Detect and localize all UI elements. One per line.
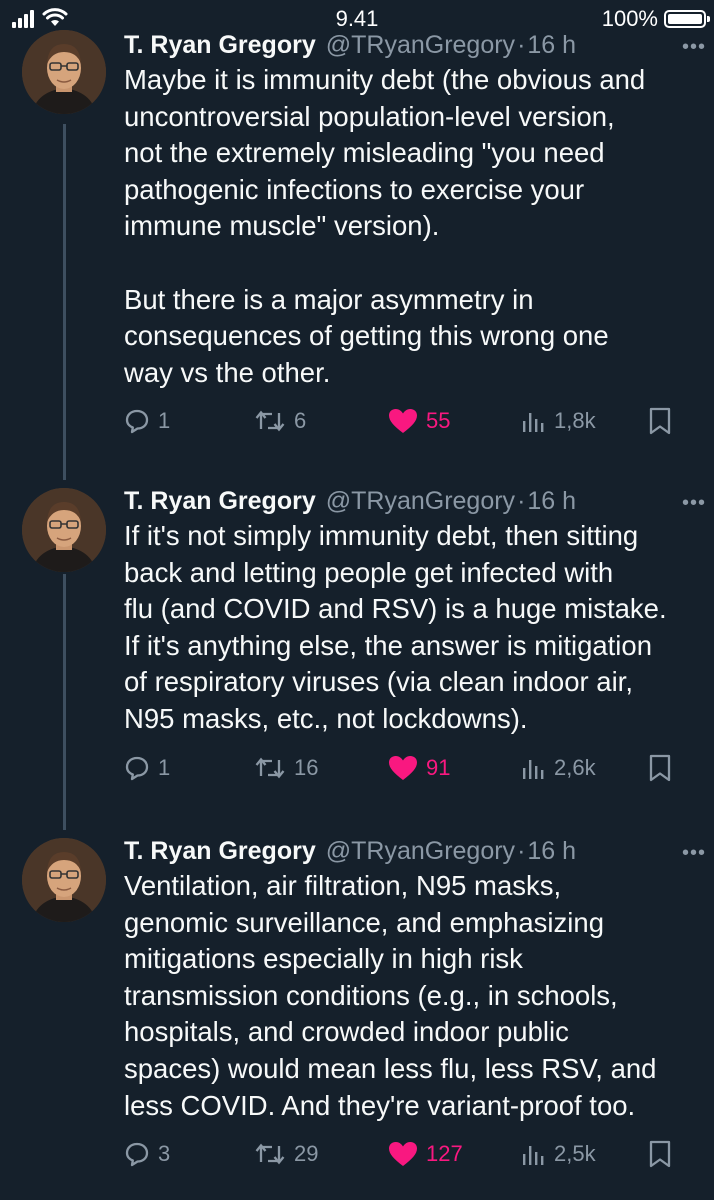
reply-count: 1: [158, 408, 171, 433]
view-count: 2,6k: [554, 755, 596, 780]
author-handle[interactable]: @TRyanGregory: [326, 834, 515, 868]
reply-count: 3: [158, 1141, 171, 1166]
speech-bubble-icon: [125, 1142, 149, 1167]
views-button[interactable]: 2,5k: [520, 1134, 596, 1174]
bookmark-icon: [649, 1140, 671, 1168]
avatar-portrait-image: [22, 488, 106, 572]
tweet-content: T. Ryan Gregory @TRyanGregory · 16 h If …: [124, 484, 678, 738]
tweet-header: T. Ryan Gregory @TRyanGregory · 16 h: [124, 834, 678, 868]
like-button[interactable]: 127: [388, 1134, 463, 1174]
retweet-arrows-icon: [255, 1143, 285, 1165]
heart-icon: [389, 409, 417, 433]
like-count: 55: [426, 408, 451, 433]
tweet[interactable]: T. Ryan Gregory @TRyanGregory · 16 h May…: [0, 28, 714, 448]
more-options-icon[interactable]: •••: [682, 36, 706, 59]
views-button[interactable]: 2,6k: [520, 748, 596, 788]
retweet-count: 16: [294, 755, 319, 780]
view-count: 1,8k: [554, 408, 596, 433]
views-button[interactable]: 1,8k: [520, 401, 596, 441]
separator-dot: ·: [517, 487, 526, 515]
like-count: 91: [426, 755, 451, 780]
tweet-actions: 1 16 91 2,6k: [124, 748, 684, 788]
status-bar: 9.41 100%: [0, 0, 714, 34]
retweet-count: 6: [294, 408, 307, 433]
bookmark-icon: [649, 407, 671, 435]
bookmark-button[interactable]: [648, 401, 672, 441]
tweet-content: T. Ryan Gregory @TRyanGregory · 16 h Ven…: [124, 834, 678, 1124]
avatar[interactable]: [22, 30, 106, 114]
like-count: 127: [426, 1141, 463, 1166]
retweet-arrows-icon: [255, 757, 285, 779]
bookmark-button[interactable]: [648, 1134, 672, 1174]
separator-dot: ·: [517, 837, 526, 865]
retweet-button[interactable]: 16: [254, 748, 318, 788]
status-right: 100%: [601, 6, 710, 32]
retweet-button[interactable]: 29: [254, 1134, 318, 1174]
heart-icon: [389, 756, 417, 780]
tweet-text: If it's not simply immunity debt, then s…: [124, 520, 667, 734]
speech-bubble-icon: [125, 409, 149, 434]
battery-percentage: 100%: [601, 6, 658, 31]
tweet-header: T. Ryan Gregory @TRyanGregory · 16 h: [124, 484, 678, 518]
more-options-icon[interactable]: •••: [682, 492, 706, 515]
reply-button[interactable]: 1: [124, 748, 170, 788]
retweet-count: 29: [294, 1141, 319, 1166]
avatar-portrait-image: [22, 838, 106, 922]
bookmark-button[interactable]: [648, 748, 672, 788]
tweet-timestamp[interactable]: 16 h: [527, 484, 576, 518]
like-button[interactable]: 55: [388, 401, 450, 441]
view-count: 2,5k: [554, 1141, 596, 1166]
reply-button[interactable]: 3: [124, 1134, 170, 1174]
tweet-actions: 1 6 55 1,8k: [124, 401, 684, 441]
tweet-text: Maybe it is immunity debt (the obvious a…: [124, 64, 646, 388]
retweet-button[interactable]: 6: [254, 401, 306, 441]
more-options-icon[interactable]: •••: [682, 842, 706, 865]
tweet-timestamp[interactable]: 16 h: [527, 834, 576, 868]
avatar-portrait-image: [22, 30, 106, 114]
author-name[interactable]: T. Ryan Gregory: [124, 834, 316, 868]
like-button[interactable]: 91: [388, 748, 450, 788]
retweet-arrows-icon: [255, 410, 285, 432]
bookmark-icon: [649, 754, 671, 782]
battery-level: [668, 14, 702, 24]
avatar[interactable]: [22, 838, 106, 922]
tweet-actions: 3 29 127 2,5k: [124, 1134, 684, 1174]
tweet-content: T. Ryan Gregory @TRyanGregory · 16 h May…: [124, 28, 678, 391]
author-handle[interactable]: @TRyanGregory: [326, 484, 515, 518]
battery-icon: [664, 10, 710, 28]
tweet[interactable]: T. Ryan Gregory @TRyanGregory · 16 h Ven…: [0, 830, 714, 1200]
tweet-text: Ventilation, air filtration, N95 masks, …: [124, 870, 657, 1121]
reply-button[interactable]: 1: [124, 401, 170, 441]
avatar[interactable]: [22, 488, 106, 572]
bar-chart-icon: [523, 413, 544, 432]
tweet[interactable]: T. Ryan Gregory @TRyanGregory · 16 h If …: [0, 480, 714, 800]
reply-count: 1: [158, 755, 171, 780]
author-name[interactable]: T. Ryan Gregory: [124, 484, 316, 518]
speech-bubble-icon: [125, 756, 149, 781]
bar-chart-icon: [523, 1146, 544, 1165]
bar-chart-icon: [523, 760, 544, 779]
heart-icon: [389, 1142, 417, 1166]
